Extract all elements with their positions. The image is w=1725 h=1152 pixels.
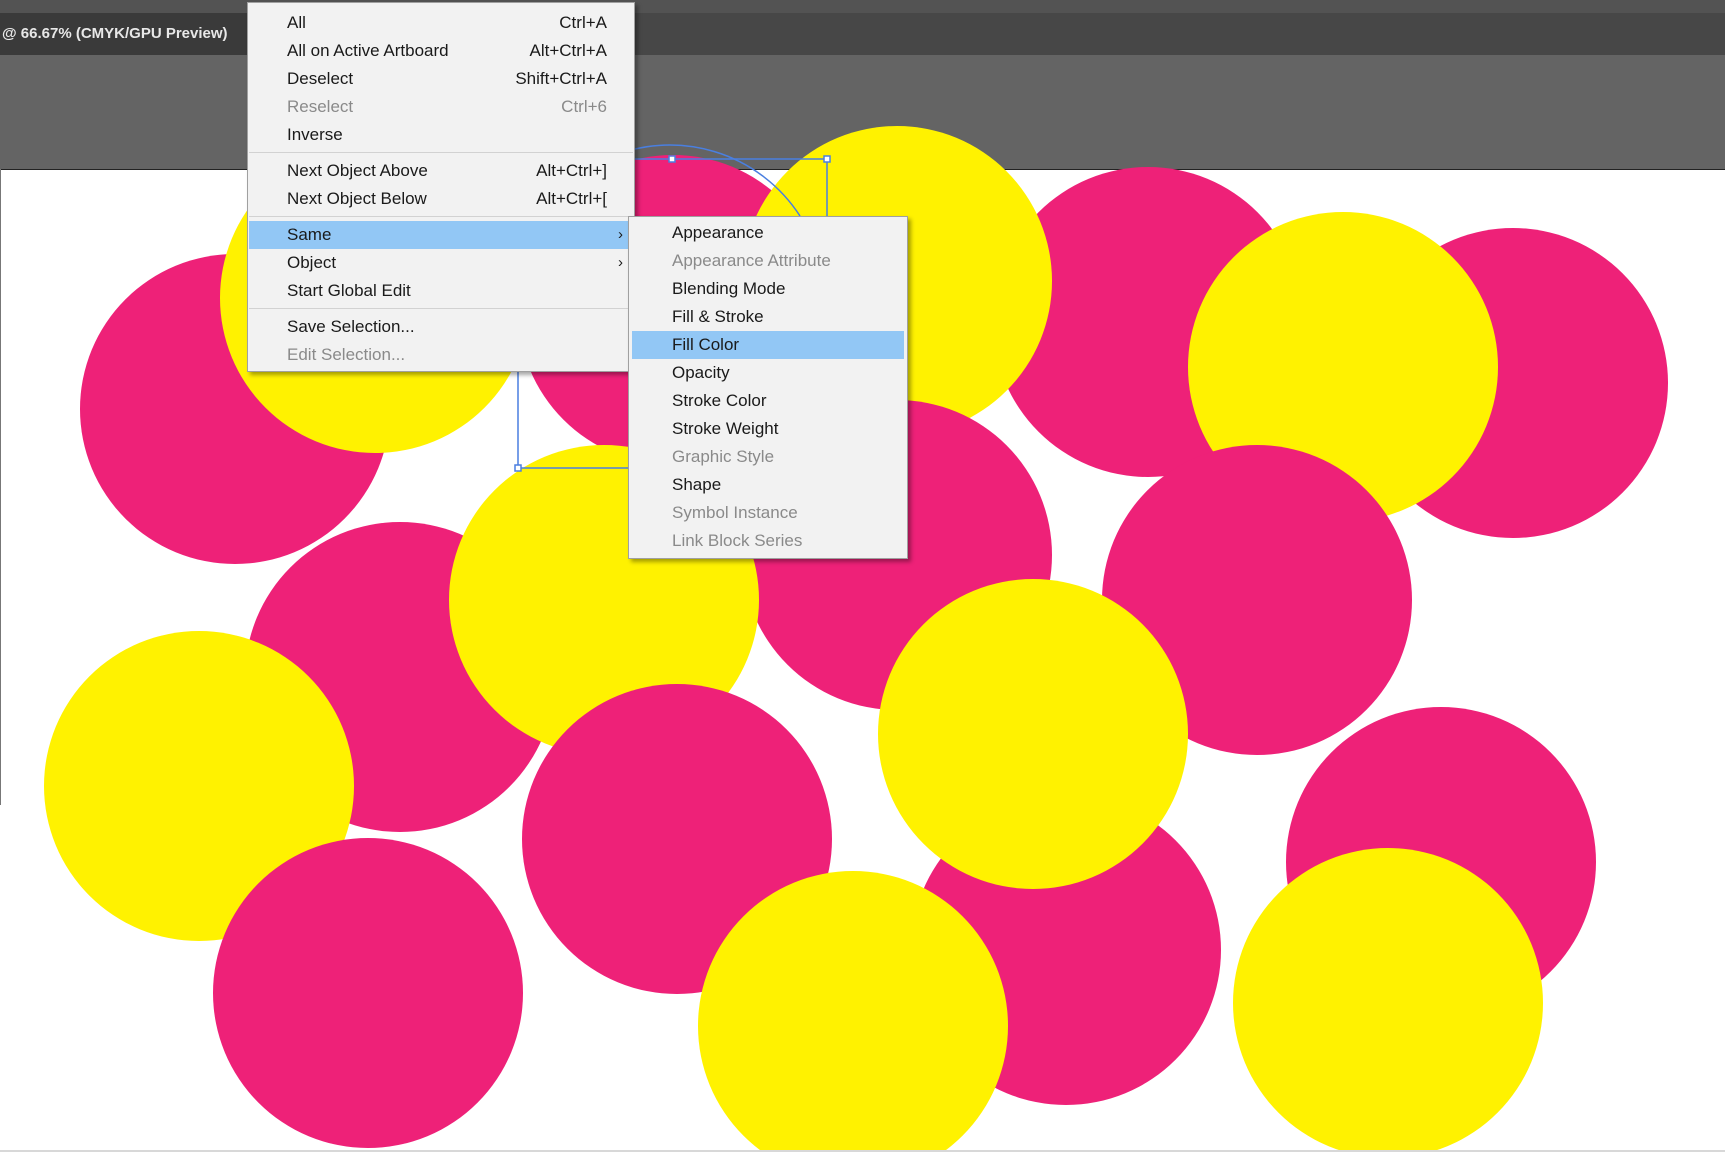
submenu-item-shape[interactable]: Shape	[630, 471, 906, 499]
menu-item-label: Shape	[672, 475, 722, 494]
submenu-item-fill-color[interactable]: Fill Color	[632, 331, 904, 359]
menu-item-label: Opacity	[672, 363, 730, 382]
menu-item-label: Fill Color	[672, 335, 740, 354]
menu-item-object[interactable]: Object ›	[249, 249, 633, 277]
menu-item-label: Graphic Style	[672, 447, 775, 466]
menu-item-save-selection[interactable]: Save Selection...	[249, 313, 633, 341]
menu-separator	[249, 152, 633, 153]
menu-item-label: All	[287, 13, 306, 32]
menu-item-label: Edit Selection...	[287, 345, 406, 364]
submenu-item-stroke-weight[interactable]: Stroke Weight	[630, 415, 906, 443]
menu-item-deselect[interactable]: Deselect Shift+Ctrl+A	[249, 65, 633, 93]
menu-item-shortcut: Ctrl+6	[561, 97, 607, 116]
menu-item-shortcut: Alt+Ctrl+[	[536, 189, 607, 208]
submenu-item-fill-and-stroke[interactable]: Fill & Stroke	[630, 303, 906, 331]
menu-item-label: Save Selection...	[287, 317, 415, 336]
menu-item-label: All on Active Artboard	[287, 41, 449, 60]
menu-item-label: Inverse	[287, 125, 343, 144]
select-menu: All Ctrl+A All on Active Artboard Alt+Ct…	[247, 2, 635, 372]
menu-separator	[249, 308, 633, 309]
menu-item-label: Start Global Edit	[287, 281, 411, 300]
yellow-circle[interactable]	[878, 579, 1188, 889]
chevron-right-icon: ›	[618, 226, 623, 243]
menu-item-all-on-active-artboard[interactable]: All on Active Artboard Alt+Ctrl+A	[249, 37, 633, 65]
chevron-right-icon: ›	[618, 254, 623, 271]
menu-item-next-object-above[interactable]: Next Object Above Alt+Ctrl+]	[249, 157, 633, 185]
menu-separator	[249, 216, 633, 217]
submenu-item-stroke-color[interactable]: Stroke Color	[630, 387, 906, 415]
submenu-item-link-block-series[interactable]: Link Block Series	[630, 527, 906, 555]
menu-item-label: Same	[287, 225, 332, 244]
menu-item-all[interactable]: All Ctrl+A	[249, 9, 633, 37]
submenu-item-appearance-attribute[interactable]: Appearance Attribute	[630, 247, 906, 275]
menu-item-reselect[interactable]: Reselect Ctrl+6	[249, 93, 633, 121]
submenu-item-opacity[interactable]: Opacity	[630, 359, 906, 387]
menu-item-label: Stroke Color	[672, 391, 767, 410]
menu-item-label: Symbol Instance	[672, 503, 798, 522]
menu-item-label: Next Object Above	[287, 161, 428, 180]
menu-item-label: Link Block Series	[672, 531, 803, 550]
menu-item-shortcut: Shift+Ctrl+A	[515, 69, 607, 88]
submenu-item-symbol-instance[interactable]: Symbol Instance	[630, 499, 906, 527]
selection-handle[interactable]	[514, 464, 522, 472]
menu-item-label: Object	[287, 253, 337, 272]
menu-item-shortcut: Alt+Ctrl+]	[536, 161, 607, 180]
menu-item-inverse[interactable]: Inverse	[249, 121, 633, 149]
submenu-item-graphic-style[interactable]: Graphic Style	[630, 443, 906, 471]
menu-item-start-global-edit[interactable]: Start Global Edit	[249, 277, 633, 305]
menu-item-label: Stroke Weight	[672, 419, 779, 438]
same-submenu: Appearance Appearance Attribute Blending…	[628, 216, 908, 559]
menu-item-shortcut: Alt+Ctrl+A	[529, 41, 607, 60]
menu-item-next-object-below[interactable]: Next Object Below Alt+Ctrl+[	[249, 185, 633, 213]
menu-item-label: Reselect	[287, 97, 354, 116]
menu-item-label: Appearance	[672, 223, 764, 242]
selection-handle[interactable]	[668, 155, 676, 163]
menu-item-label: Deselect	[287, 69, 354, 88]
submenu-item-appearance[interactable]: Appearance	[630, 219, 906, 247]
magenta-circle[interactable]	[213, 838, 523, 1148]
menu-item-label: Fill & Stroke	[672, 307, 764, 326]
submenu-item-blending-mode[interactable]: Blending Mode	[630, 275, 906, 303]
menu-item-same[interactable]: Same ›	[249, 221, 633, 249]
yellow-circle[interactable]	[1233, 848, 1543, 1152]
menu-item-label: Blending Mode	[672, 279, 786, 298]
menu-item-label: Next Object Below	[287, 189, 427, 208]
menu-item-edit-selection[interactable]: Edit Selection...	[249, 341, 633, 369]
menu-item-shortcut: Ctrl+A	[559, 13, 607, 32]
menu-item-label: Appearance Attribute	[672, 251, 831, 270]
selection-handle[interactable]	[823, 155, 831, 163]
